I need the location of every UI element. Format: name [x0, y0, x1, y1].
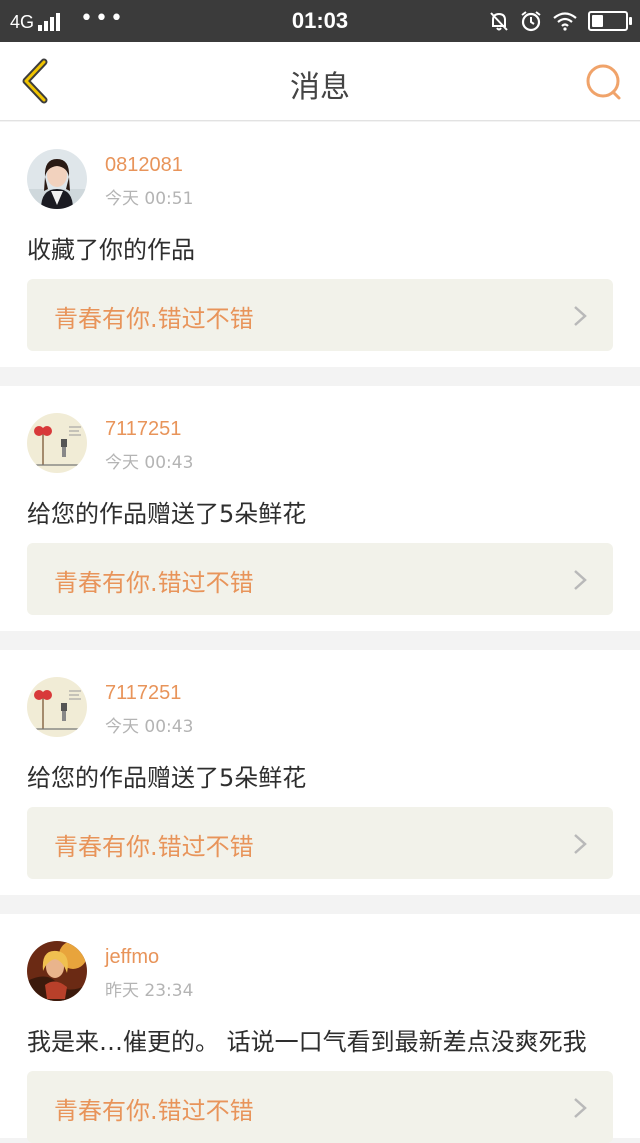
- avatar[interactable]: [27, 677, 87, 737]
- work-link[interactable]: 青春有你.错过不错: [27, 807, 613, 879]
- wifi-icon: [553, 12, 577, 31]
- work-title: 青春有你.错过不错: [54, 833, 254, 861]
- message-card: jeffmo 昨天 23:34 我是来…催更的。 话说一口气看到最新差点没爽死我…: [0, 914, 640, 1143]
- username[interactable]: 7117251: [105, 418, 181, 441]
- message-card: 7117251 今天 00:43 给您的作品赠送了5朵鲜花 青春有你.错过不错: [0, 650, 640, 895]
- work-title: 青春有你.错过不错: [54, 569, 254, 597]
- avatar[interactable]: [27, 941, 87, 1001]
- work-link[interactable]: 青春有你.错过不错: [27, 1071, 613, 1143]
- work-link[interactable]: 青春有你.错过不错: [27, 279, 613, 351]
- message-text: 给您的作品赠送了5朵鲜花: [27, 500, 307, 528]
- avatar[interactable]: [27, 149, 87, 209]
- timestamp: 今天 00:43: [105, 717, 194, 737]
- message-text: 给您的作品赠送了5朵鲜花: [27, 764, 307, 792]
- work-link[interactable]: 青春有你.错过不错: [27, 543, 613, 615]
- username[interactable]: jeffmo: [105, 946, 159, 969]
- chevron-right-icon: [574, 306, 587, 326]
- chevron-right-icon: [574, 570, 587, 590]
- username[interactable]: 7117251: [105, 682, 181, 705]
- avatar[interactable]: [27, 413, 87, 473]
- work-title: 青春有你.错过不错: [54, 1097, 254, 1125]
- work-title: 青春有你.错过不错: [54, 305, 254, 333]
- alarm-icon: [521, 11, 541, 32]
- top-nav-bar: 消息: [0, 42, 640, 121]
- chevron-right-icon: [574, 834, 587, 854]
- username[interactable]: 0812081: [105, 154, 183, 177]
- timestamp: 昨天 23:34: [105, 981, 194, 1001]
- timestamp: 今天 00:51: [105, 189, 194, 209]
- search-icon[interactable]: [582, 60, 626, 104]
- message-text: 收藏了你的作品: [27, 236, 195, 264]
- page-title: 消息: [290, 70, 350, 105]
- message-text: 我是来…催更的。 话说一口气看到最新差点没爽死我: [27, 1028, 587, 1056]
- message-card: 0812081 今天 00:51 收藏了你的作品 青春有你.错过不错: [0, 122, 640, 367]
- chevron-right-icon: [574, 1098, 587, 1118]
- timestamp: 今天 00:43: [105, 453, 194, 473]
- mute-bell-icon: [490, 12, 508, 31]
- status-bar: 4G ••• 01:03: [0, 0, 640, 42]
- message-card: 7117251 今天 00:43 给您的作品赠送了5朵鲜花 青春有你.错过不错: [0, 386, 640, 631]
- battery-icon: [588, 11, 632, 31]
